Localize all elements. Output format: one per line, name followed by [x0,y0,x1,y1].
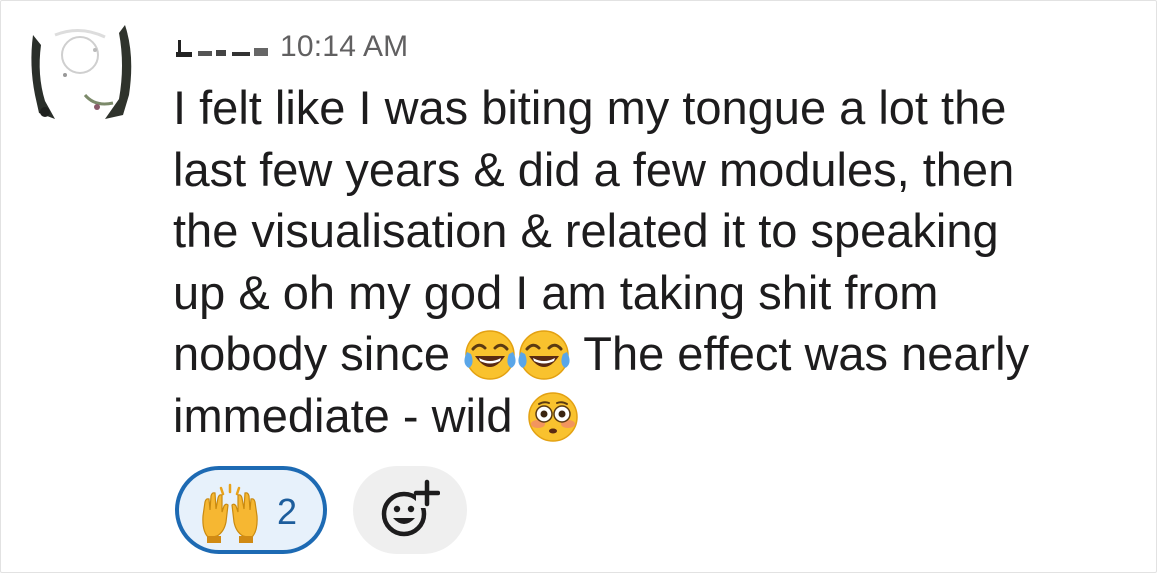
message-timestamp[interactable]: 10:14 AM [280,29,408,65]
message-line: the visualisation & related it to speaki… [173,204,999,257]
face-with-tears-of-joy-emoji [463,328,517,382]
message-container: 10:14 AM I felt like I was biting my ton… [0,0,1157,573]
message-line: last few years & did a few modules, then [173,142,1015,196]
raising-hands-emoji [202,483,258,543]
message-line: nobody since The effect was nearly [173,323,1133,385]
message-text-segment: The effect was nearly [583,327,1030,380]
message-text-segment: nobody since [173,327,450,380]
add-reaction-icon [381,479,440,537]
reaction-raising-hands-button[interactable]: 2 [175,466,327,554]
reaction-count: 2 [277,491,298,532]
message-text-segment: immediate - wild [173,388,513,442]
face-with-tears-of-joy-emoji [517,328,571,382]
sender-name-redacted [176,40,268,57]
message-line: immediate - wild [173,385,1133,447]
flushed-face-emoji [526,390,580,444]
sender-avatar[interactable] [25,15,136,120]
add-reaction-button[interactable] [353,466,467,554]
message-line: I felt like I was biting my tongue a lot… [173,81,1007,134]
avatar-image [25,15,136,120]
message-line: up & oh my god I am taking shit from [173,265,939,319]
message-body: I felt like I was biting my tongue a lot… [173,77,1133,446]
